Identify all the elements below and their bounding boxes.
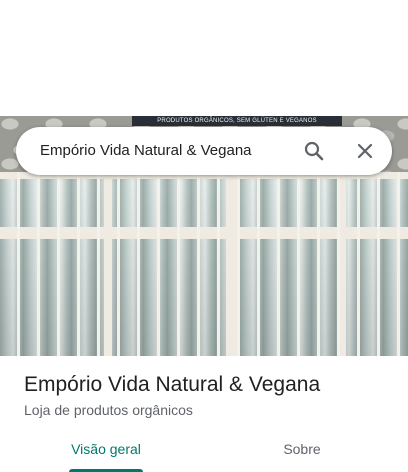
tab-overview-label: Visão geral bbox=[71, 441, 141, 457]
place-category: Loja de produtos orgânicos bbox=[24, 402, 193, 418]
storefront-sign: PRODUTOS ORGÂNICOS, SEM GLÚTEN E VEGANOS bbox=[132, 116, 342, 126]
place-title: Empório Vida Natural & Vegana bbox=[24, 373, 321, 396]
tab-about[interactable]: Sobre bbox=[202, 428, 402, 472]
top-blank-area bbox=[0, 0, 408, 116]
tab-about-label: Sobre bbox=[283, 441, 321, 457]
window-bars bbox=[0, 172, 408, 356]
close-icon[interactable] bbox=[353, 139, 377, 163]
tab-overview[interactable]: Visão geral bbox=[6, 428, 206, 472]
search-input[interactable]: Empório Vida Natural & Vegana bbox=[40, 127, 252, 175]
search-bar[interactable]: Empório Vida Natural & Vegana bbox=[16, 127, 392, 175]
search-icon[interactable] bbox=[302, 139, 326, 163]
